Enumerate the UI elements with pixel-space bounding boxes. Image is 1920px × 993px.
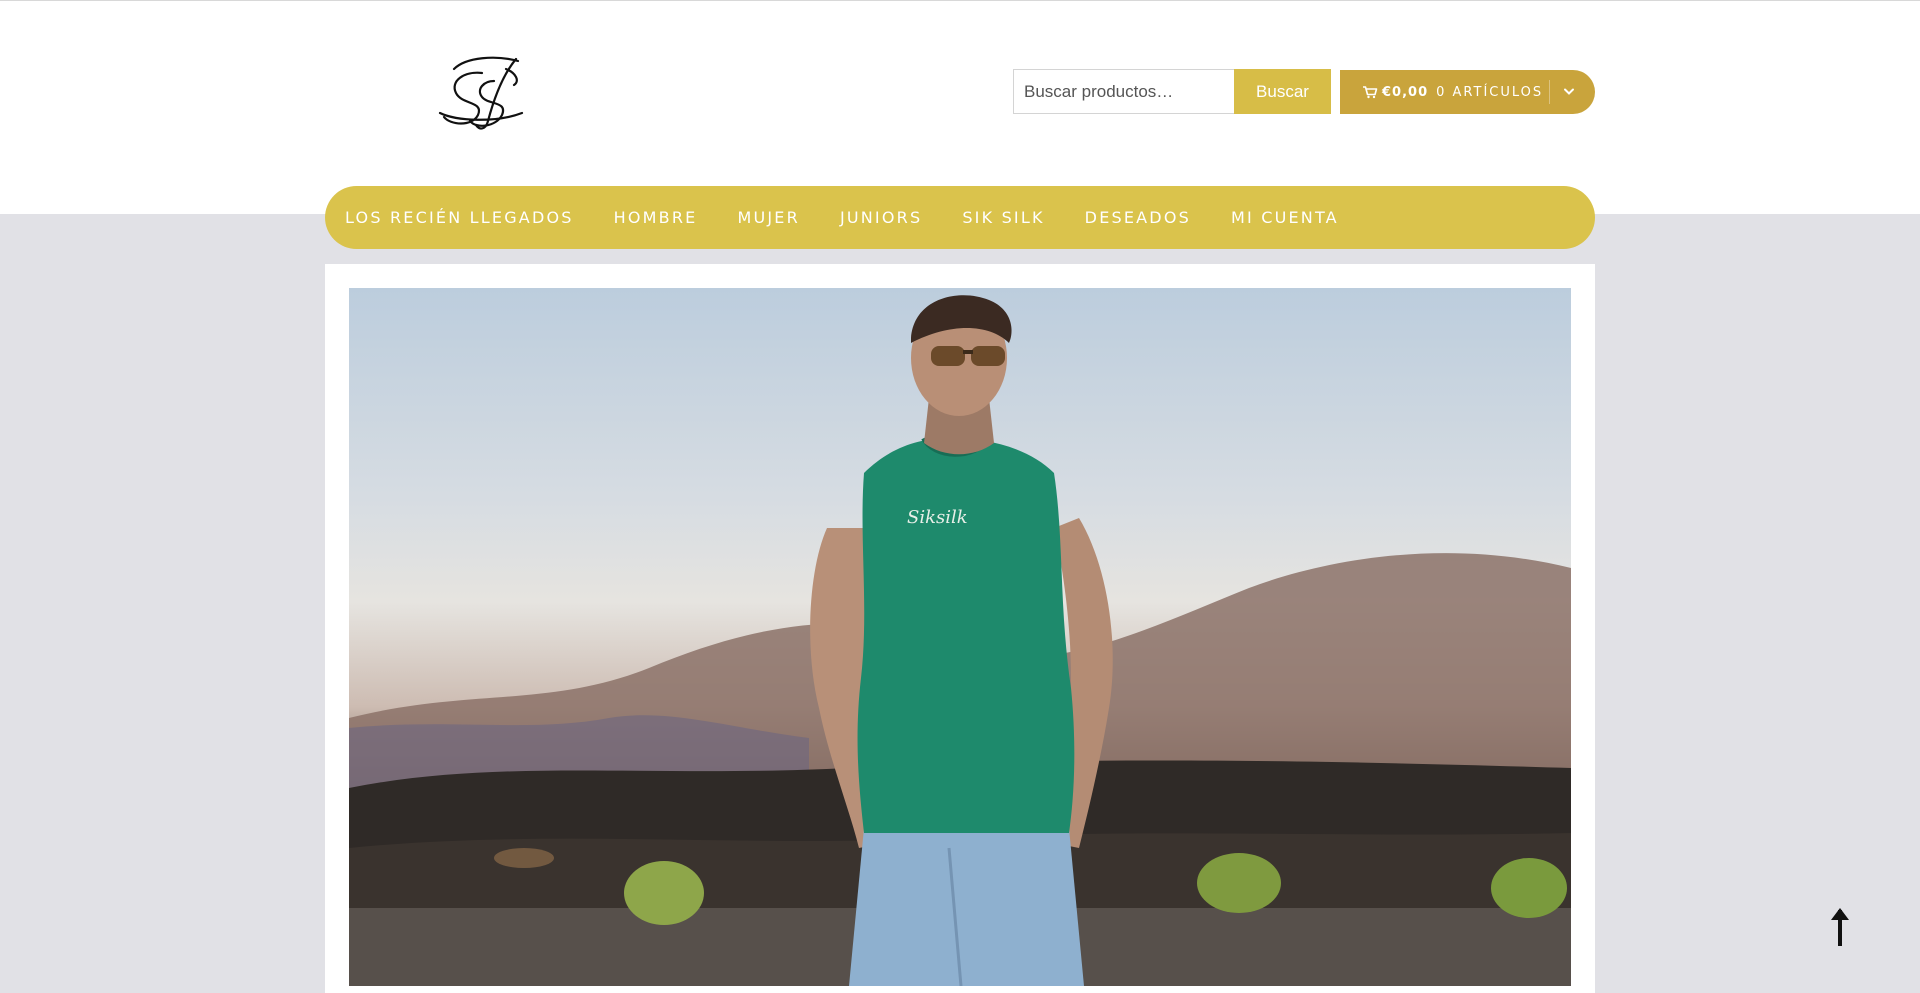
cart-total: €0,00	[1382, 84, 1429, 100]
nav-item-men[interactable]: HOMBRE	[614, 208, 698, 227]
nav-item-wishlist[interactable]: DESEADOS	[1085, 208, 1191, 227]
hero-image[interactable]: Siksilk	[349, 288, 1571, 986]
main-navigation: LOS RECIÉN LLEGADOS HOMBRE MUJER JUNIORS…	[325, 186, 1595, 249]
nav-item-juniors[interactable]: JUNIORS	[840, 208, 922, 227]
cart-divider	[1549, 80, 1550, 104]
main-content: Siksilk	[325, 264, 1595, 993]
siksilk-logo[interactable]	[436, 51, 536, 133]
arrow-up-icon	[1831, 908, 1849, 946]
nav-item-women[interactable]: MUJER	[737, 208, 799, 227]
search-button[interactable]: Buscar	[1234, 69, 1331, 114]
svg-text:Siksilk: Siksilk	[907, 507, 968, 528]
nav-item-sik-silk[interactable]: SIK SILK	[962, 208, 1044, 227]
nav-item-my-account[interactable]: MI CUENTA	[1231, 208, 1339, 227]
cart-icon	[1362, 85, 1378, 99]
cart-button[interactable]: €0,00 0 ARTÍCULOS	[1340, 70, 1595, 114]
search-input[interactable]	[1013, 69, 1234, 114]
back-to-top-button[interactable]	[1822, 904, 1858, 950]
chevron-down-icon[interactable]	[1561, 84, 1577, 100]
cart-item-count: 0 ARTÍCULOS	[1436, 84, 1544, 100]
nav-item-new-arrivals[interactable]: LOS RECIÉN LLEGADOS	[345, 208, 574, 227]
site-header: Buscar €0,00 0 ARTÍCULOS	[0, 0, 1920, 214]
